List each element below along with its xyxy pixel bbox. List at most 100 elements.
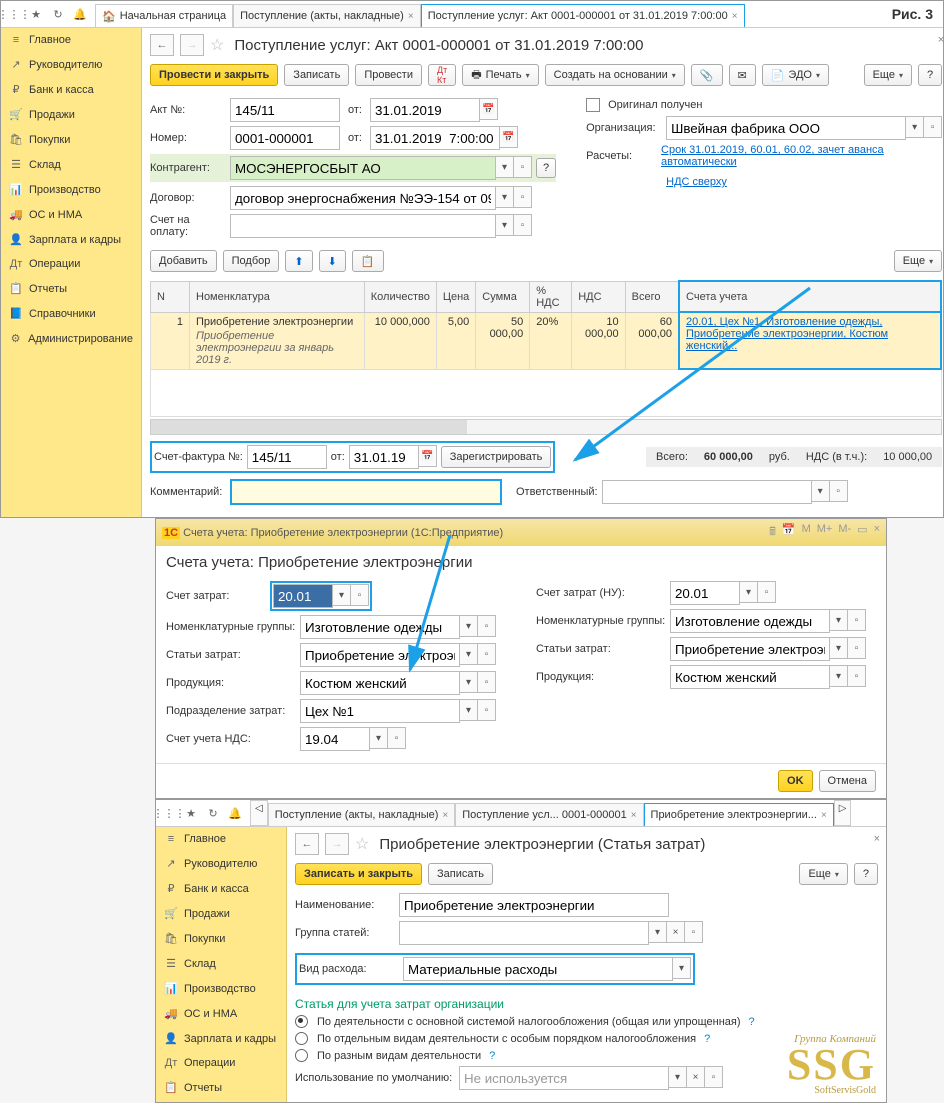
copy-button[interactable]: 📋 <box>352 250 384 272</box>
calendar-icon[interactable]: 📅 <box>782 523 796 542</box>
sidebar-item[interactable]: ДтОперации <box>156 1051 286 1075</box>
product-input[interactable] <box>300 671 460 695</box>
sidebar-item[interactable]: ДтОперации <box>1 252 141 276</box>
nds-account-input[interactable] <box>300 727 370 751</box>
original-checkbox[interactable] <box>586 98 600 112</box>
sidebar-item[interactable]: 📋Отчеты <box>1 276 141 301</box>
dropdown-icon[interactable]: ▾ <box>906 116 924 138</box>
cost-account-input[interactable] <box>273 584 333 608</box>
tab-costitem[interactable]: Приобретение электроэнергии...× <box>644 803 834 826</box>
open-icon[interactable]: ▫ <box>514 214 532 236</box>
group-input[interactable] <box>399 921 649 945</box>
more-button[interactable]: Еще▾ <box>864 64 912 86</box>
nomgrp-input[interactable] <box>300 615 460 639</box>
close-icon[interactable]: × <box>874 833 880 845</box>
calc-icon[interactable]: 🖩 <box>769 523 776 542</box>
sidebar-item[interactable]: ≡Главное <box>156 827 286 851</box>
contractor-input[interactable] <box>230 156 496 180</box>
sidebar-item[interactable]: 🛒Продажи <box>1 102 141 127</box>
radio-special-tax[interactable] <box>295 1032 308 1045</box>
akt-number-input[interactable] <box>230 98 340 122</box>
star-icon[interactable]: ☆ <box>210 35 224 55</box>
close-icon[interactable]: × <box>874 523 880 542</box>
close-icon[interactable]: × <box>938 34 944 46</box>
print-button[interactable]: 🖶 Печать▾ <box>462 64 538 86</box>
forward-button[interactable]: → <box>180 34 204 56</box>
register-button[interactable]: Зарегистрировать <box>441 446 552 468</box>
history-icon[interactable]: ↻ <box>47 3 69 25</box>
dropdown-icon[interactable]: ▾ <box>496 186 514 208</box>
sidebar-item[interactable]: 📊Производство <box>156 976 286 1001</box>
sidebar-item[interactable]: ↗Руководителю <box>156 851 286 876</box>
post-close-button[interactable]: Провести и закрыть <box>150 64 278 86</box>
contract-input[interactable] <box>230 186 496 210</box>
tab-receipts[interactable]: Поступление (акты, накладные)× <box>268 803 456 826</box>
sidebar-item[interactable]: ☰Склад <box>156 951 286 976</box>
sidebar-item[interactable]: ↗Руководителю <box>1 52 141 77</box>
help-button[interactable]: ? <box>854 863 878 885</box>
expense-kind-input[interactable] <box>403 957 673 981</box>
sidebar-item[interactable]: 👤Зарплата и кадры <box>156 1026 286 1051</box>
more-button[interactable]: Еще▾ <box>894 250 942 272</box>
calendar-icon[interactable]: 📅 <box>500 126 518 148</box>
tab-receipts[interactable]: Поступление (акты, накладные)× <box>233 4 421 27</box>
table-row[interactable]: 1 Приобретение электроэнергииПриобретени… <box>151 312 942 369</box>
apps-icon[interactable]: ⋮⋮⋮ <box>3 3 25 25</box>
h-scrollbar[interactable] <box>150 419 942 435</box>
post-button[interactable]: Провести <box>355 64 422 86</box>
edo-button[interactable]: 📄 ЭДО▾ <box>762 64 829 86</box>
sidebar-item[interactable]: 🚚ОС и НМА <box>156 1001 286 1026</box>
add-button[interactable]: Добавить <box>150 250 217 272</box>
tab-home[interactable]: 🏠 Начальная страница <box>95 4 233 27</box>
sidebar-item[interactable]: 👤Зарплата и кадры <box>1 227 141 252</box>
org-input[interactable] <box>666 116 906 140</box>
write-button[interactable]: Записать <box>428 863 493 885</box>
calendar-icon[interactable]: 📅 <box>480 98 498 120</box>
sidebar-item[interactable]: 🛍Покупки <box>1 127 141 152</box>
tab-document[interactable]: Поступление услуг: Акт 0001-000001 от 31… <box>421 4 745 27</box>
sidebar-item[interactable]: 📊Производство <box>1 177 141 202</box>
akt-date-input[interactable] <box>370 98 480 122</box>
number-input[interactable] <box>230 126 340 150</box>
help-button[interactable]: ? <box>536 158 556 178</box>
pick-button[interactable]: Подбор <box>223 250 280 272</box>
radio-main-tax[interactable] <box>295 1015 308 1028</box>
open-icon[interactable]: ▫ <box>514 186 532 208</box>
move-up-button[interactable]: ⬆ <box>285 250 312 272</box>
back-button[interactable]: ← <box>150 34 174 56</box>
save-close-button[interactable]: Записать и закрыть <box>295 863 422 885</box>
nds-link[interactable]: НДС сверху <box>666 176 727 188</box>
accounts-link[interactable]: 20.01, Цех №1, Изготовление одежды, Прио… <box>686 316 888 352</box>
more-button[interactable]: Еще▾ <box>799 863 847 885</box>
responsible-input[interactable] <box>602 480 812 504</box>
sidebar-item[interactable]: 📘Справочники <box>1 301 141 326</box>
ok-button[interactable]: OK <box>778 770 813 792</box>
sidebar-item[interactable]: ☰Склад <box>1 152 141 177</box>
usage-input[interactable] <box>459 1066 669 1090</box>
help-button[interactable]: ? <box>918 64 942 86</box>
datetime-input[interactable] <box>370 126 500 150</box>
sidebar-item[interactable]: 🛒Продажи <box>156 901 286 926</box>
open-icon[interactable]: ▫ <box>514 156 532 178</box>
comment-input[interactable] <box>230 479 502 505</box>
sf-date-input[interactable] <box>349 445 419 469</box>
dropdown-icon[interactable]: ▾ <box>496 156 514 178</box>
name-input[interactable] <box>399 893 669 917</box>
star-icon[interactable]: ★ <box>25 3 47 25</box>
radio-different[interactable] <box>295 1049 308 1062</box>
create-based-button[interactable]: Создать на основании▾ <box>545 64 685 86</box>
move-down-button[interactable]: ⬇ <box>319 250 346 272</box>
sidebar-item[interactable]: 🛍Покупки <box>156 926 286 951</box>
dtkt-button[interactable]: ДтКт <box>428 64 456 86</box>
tab-doc[interactable]: Поступление усл... 0001-000001× <box>455 803 643 826</box>
write-button[interactable]: Записать <box>284 64 349 86</box>
sidebar-item[interactable]: ₽Банк и касса <box>156 876 286 901</box>
sidebar-item[interactable]: 🚚ОС и НМА <box>1 202 141 227</box>
sidebar-item[interactable]: ≡Главное <box>1 28 141 52</box>
close-icon[interactable]: × <box>408 11 414 22</box>
sidebar-item[interactable]: 📋Отчеты <box>156 1075 286 1100</box>
envelope-button[interactable]: ✉ <box>729 64 756 86</box>
invoice-input[interactable] <box>230 214 496 238</box>
sidebar-item[interactable]: ⚙Администрирование <box>1 326 141 351</box>
costitem-input[interactable] <box>300 643 460 667</box>
